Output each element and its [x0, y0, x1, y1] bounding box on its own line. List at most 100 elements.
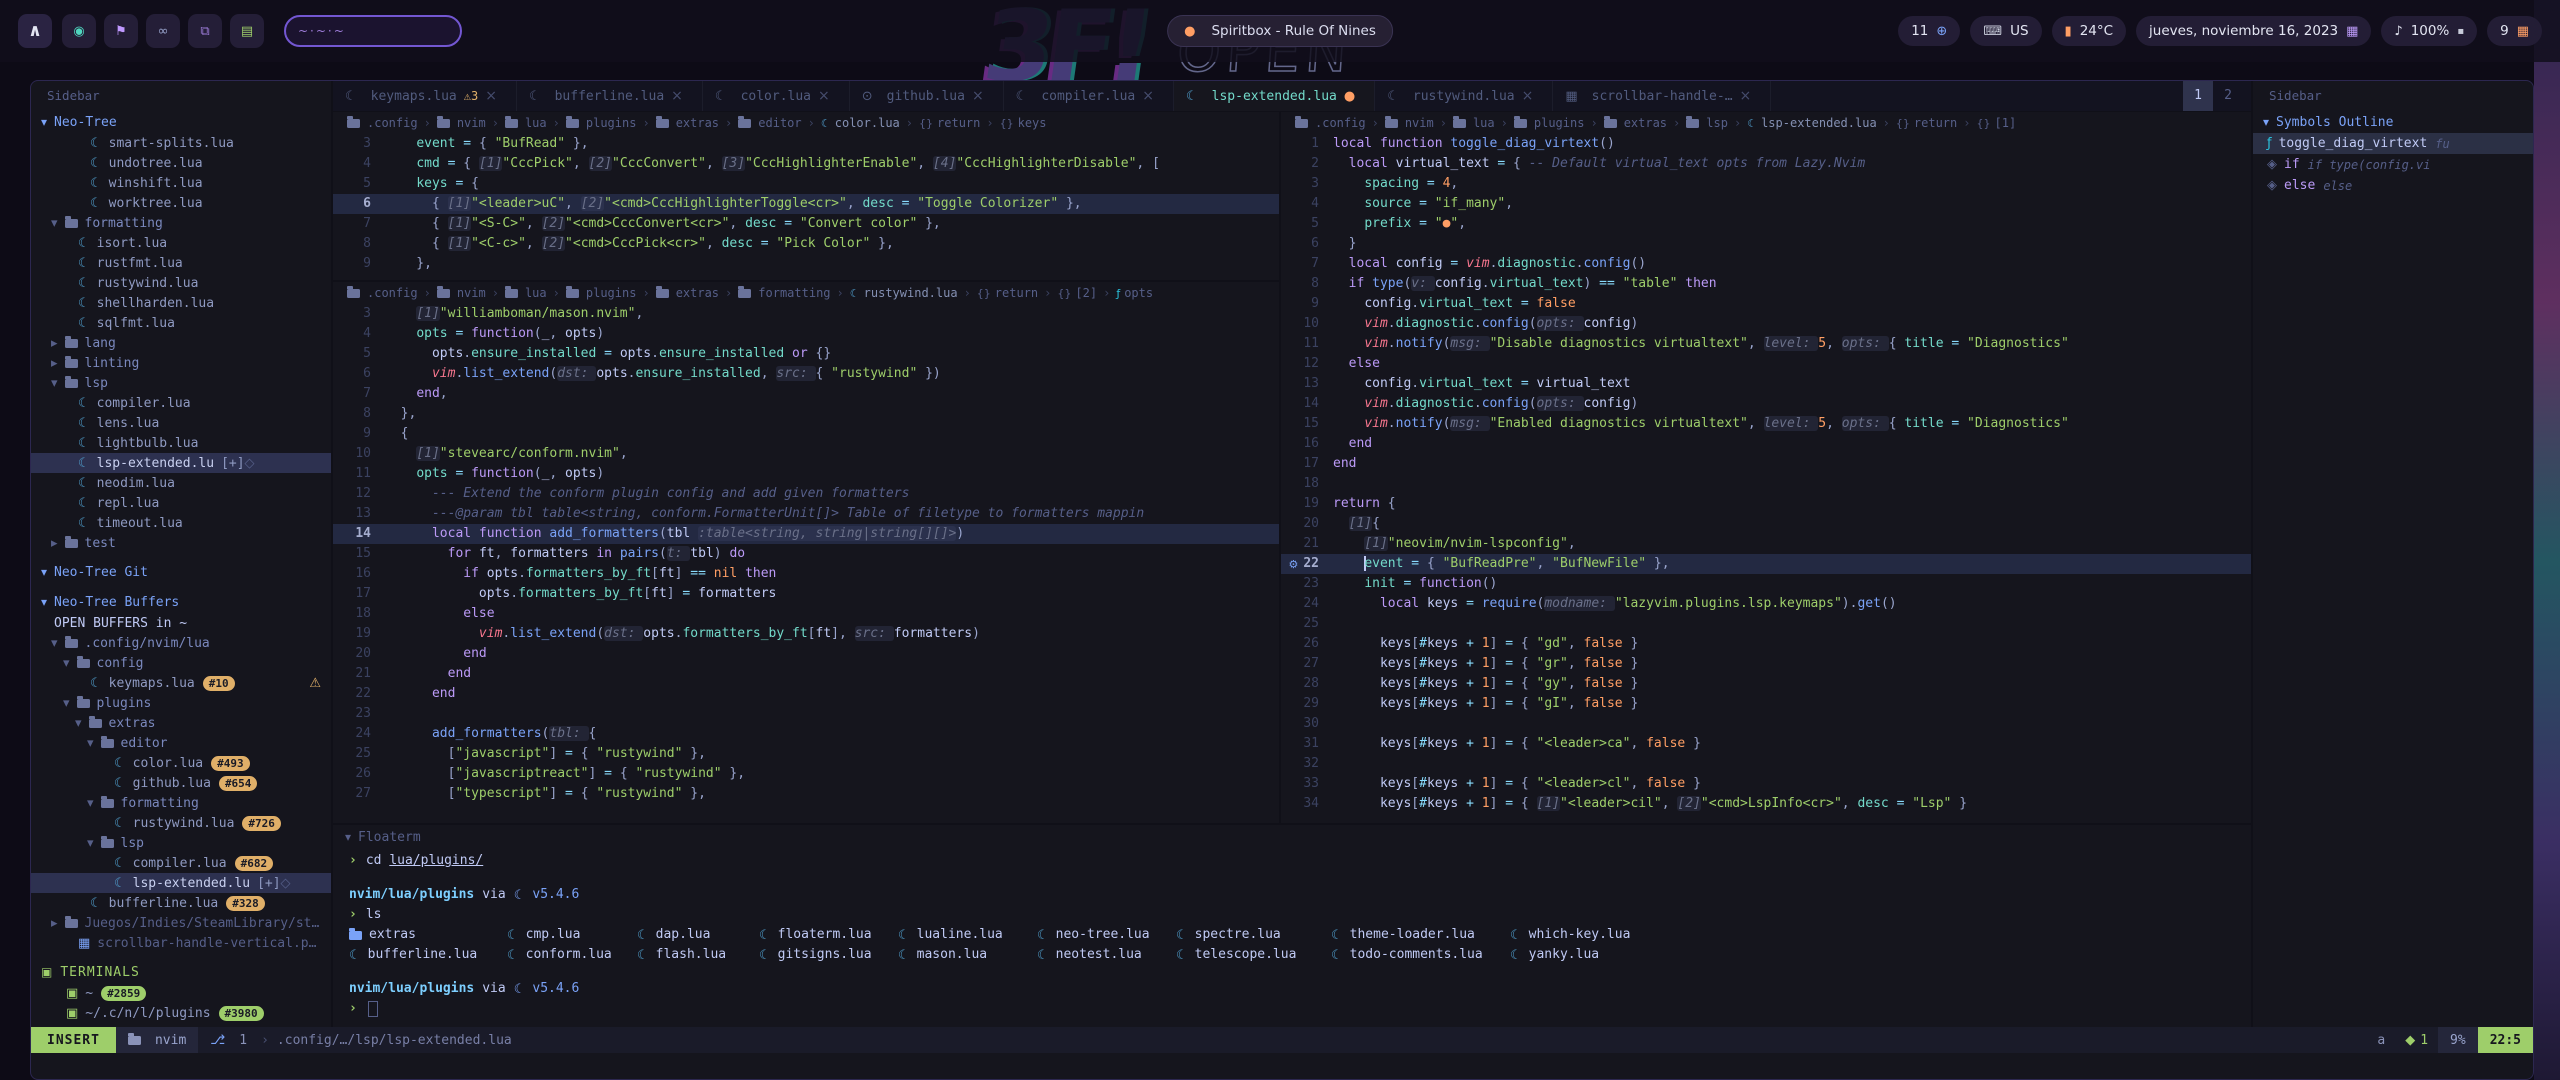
code-area[interactable]: 3 event = { "BufRead" },4 cmd = { [1]"Cc… [333, 134, 1279, 274]
breadcrumb-segment[interactable]: .config [347, 116, 418, 130]
code-line-3[interactable]: 3 [1]"williamboman/mason.nvim", [333, 304, 1279, 324]
tree-item-rustfmt-lua[interactable]: ☾rustfmt.lua [31, 253, 331, 273]
close-icon[interactable]: × [485, 89, 497, 103]
breadcrumb-segment[interactable]: .config [1295, 116, 1366, 130]
breadcrumb-segment[interactable]: extras [656, 116, 719, 130]
breadcrumb-segment[interactable]: formatting [738, 286, 830, 300]
code-area[interactable]: 3 [1]"williamboman/mason.nvim",4 opts = … [333, 304, 1279, 804]
terminals-header[interactable]: ▣TERMINALS [31, 961, 331, 983]
code-line-4[interactable]: 4 opts = function(_, opts) [333, 324, 1279, 344]
neotree-section-header[interactable]: ▾Neo-Tree [31, 111, 331, 133]
breadcrumb-segment[interactable]: ƒopts [1116, 286, 1153, 300]
breadcrumb-segment[interactable]: nvim [437, 286, 486, 300]
code-line-8[interactable]: 8 if type(v: config.virtual_text) == "ta… [1281, 274, 2251, 294]
code-line-9[interactable]: 9 { [333, 424, 1279, 444]
tree-item-c-n-l-plugins[interactable]: ▣~/.c/n/l/plugins#3980 [31, 1003, 331, 1023]
link-button[interactable]: ∞ [146, 14, 180, 48]
code-line-10[interactable]: 10 [1]"stevearc/conform.nvim", [333, 444, 1279, 464]
breadcrumb-segment[interactable]: .config [347, 286, 418, 300]
breadcrumb-segment[interactable]: ☾lsp-extended.lua [1747, 116, 1876, 130]
volume-widget[interactable]: ♪100%▪ [2381, 16, 2477, 46]
breadcrumb-segment[interactable]: {}return [919, 116, 980, 130]
floaterm-terminal[interactable]: ›cd lua/plugins/nvim/lua/pluginsvia☾v5.4… [333, 849, 2251, 1019]
breadcrumb-segment[interactable]: ☾color.lua [821, 116, 900, 130]
code-line-5[interactable]: 5 prefix = "●", [1281, 214, 2251, 234]
tree-item-keymaps-lua[interactable]: ☾keymaps.lua#10⚠ [31, 673, 331, 693]
tree-item-bufferline-lua[interactable]: ☾bufferline.lua#328 [31, 893, 331, 913]
code-line-12[interactable]: 12 else [1281, 354, 2251, 374]
code-line-19[interactable]: 19return { [1281, 494, 2251, 514]
tree-item-compiler-lua[interactable]: ☾compiler.lua#682 [31, 853, 331, 873]
code-line-5[interactable]: 5 keys = { [333, 174, 1279, 194]
code-line-25[interactable]: 25 ["javascript"] = { "rustywind" }, [333, 744, 1279, 764]
code-line-31[interactable]: 31 keys[#keys + 1] = { "<leader>ca", fal… [1281, 734, 2251, 754]
code-line-19[interactable]: 19 vim.list_extend(dst: opts.formatters_… [333, 624, 1279, 644]
tree-item-lsp-extended-lu[interactable]: ☾lsp-extended.lu[+]◇ [31, 453, 331, 473]
code-line-18[interactable]: 18 [1281, 474, 2251, 494]
code-line-9[interactable]: 9 config.virtual_text = false [1281, 294, 2251, 314]
code-line-6[interactable]: 6 { [1]"<leader>uC", [2]"<cmd>CccHighlig… [333, 194, 1279, 214]
code-line-9[interactable]: 9 }, [333, 254, 1279, 274]
tree-item-lsp[interactable]: ▾lsp [31, 373, 331, 393]
code-line-7[interactable]: 7 local config = vim.diagnostic.config() [1281, 254, 2251, 274]
tree-item-lens-lua[interactable]: ☾lens.lua [31, 413, 331, 433]
tree-item-lang[interactable]: ▸lang [31, 333, 331, 353]
tree-item-shellharden-lua[interactable]: ☾shellharden.lua [31, 293, 331, 313]
code-line-8[interactable]: 8 { [1]"<C-c>", [2]"<cmd>CccPick<cr>", d… [333, 234, 1279, 254]
tree-item-undotree-lua[interactable]: ☾undotree.lua [31, 153, 331, 173]
tree-item-sqlfmt-lua[interactable]: ☾sqlfmt.lua [31, 313, 331, 333]
code-line-11[interactable]: 11 vim.notify(msg: "Disable diagnostics … [1281, 334, 2251, 354]
neotree-buffers-header[interactable]: ▾Neo-Tree Buffers [31, 591, 331, 613]
layout-button[interactable]: ⧉ [188, 14, 222, 48]
code-line-22[interactable]: 22 end [333, 684, 1279, 704]
breadcrumb-segment[interactable]: plugins [566, 286, 637, 300]
tree-item-config-nvim-lua[interactable]: ▾.config/nvim/lua [31, 633, 331, 653]
breadcrumb-segment[interactable]: ☾rustywind.lua [850, 286, 958, 300]
code-line-17[interactable]: 17end [1281, 454, 2251, 474]
editor-pane-color-lua[interactable]: .config›nvim›lua›plugins›extras›editor›☾… [333, 112, 1279, 282]
close-icon[interactable]: × [1740, 89, 1752, 103]
breadcrumb-segment[interactable]: lua [505, 116, 547, 130]
tree-item-config[interactable]: ▾config [31, 653, 331, 673]
breadcrumb-segment[interactable]: nvim [437, 116, 486, 130]
tree-item-timeout-lua[interactable]: ☾timeout.lua [31, 513, 331, 533]
code-line-24[interactable]: 24 local keys = require(modname: "lazyvi… [1281, 594, 2251, 614]
code-line-5[interactable]: 5 opts.ensure_installed = opts.ensure_in… [333, 344, 1279, 364]
tree-item-smart-splits-lua[interactable]: ☾smart-splits.lua [31, 133, 331, 153]
breadcrumb-segment[interactable]: {}keys [1000, 116, 1047, 130]
close-icon[interactable]: × [972, 89, 984, 103]
editor-pane-rustywind-lua[interactable]: .config›nvim›lua›plugins›extras›formatti… [333, 282, 1279, 823]
breadcrumb-segment[interactable]: {}[2] [1057, 286, 1097, 300]
tree-item-formatting[interactable]: ▾formatting [31, 213, 331, 233]
tab-rustywind-lua[interactable]: ☾rustywind.lua× [1375, 81, 1553, 111]
code-line-3[interactable]: 3 event = { "BufRead" }, [333, 134, 1279, 154]
tree-item-editor[interactable]: ▾editor [31, 733, 331, 753]
floaterm-title[interactable]: ▾Floaterm [333, 825, 2251, 849]
breadcrumb-segment[interactable]: plugins [566, 116, 637, 130]
code-line-27[interactable]: 27 keys[#keys + 1] = { "gr", false } [1281, 654, 2251, 674]
tree-item-plugins[interactable]: ▾plugins [31, 693, 331, 713]
tree-item-github-lua[interactable]: ☾github.lua#654 [31, 773, 331, 793]
tree-item-linting[interactable]: ▸linting [31, 353, 331, 373]
code-line-20[interactable]: 20 end [333, 644, 1279, 664]
tab-bufferline-lua[interactable]: ☾bufferline.lua× [517, 81, 703, 111]
tabpage-2[interactable]: 2 [2213, 81, 2243, 111]
floaterm-panel[interactable]: ▾Floaterm ›cd lua/plugins/nvim/lua/plugi… [333, 823, 2251, 1027]
tree-item-formatting[interactable]: ▾formatting [31, 793, 331, 813]
code-line-24[interactable]: 24 add_formatters(tbl: { [333, 724, 1279, 744]
tree-item-rustywind-lua[interactable]: ☾rustywind.lua [31, 273, 331, 293]
breadcrumb-segment[interactable]: extras [656, 286, 719, 300]
tree-item-isort-lua[interactable]: ☾isort.lua [31, 233, 331, 253]
tree-item-winshift-lua[interactable]: ☾winshift.lua [31, 173, 331, 193]
close-icon[interactable]: × [818, 89, 830, 103]
breadcrumb-segment[interactable]: lsp [1686, 116, 1728, 130]
code-line-4[interactable]: 4 cmd = { [1]"CccPick", [2]"CccConvert",… [333, 154, 1279, 174]
notes-button[interactable]: ▤ [230, 14, 264, 48]
outline-item-if[interactable]: ◈ifif type(config.vi [2253, 154, 2533, 175]
outline-item-toggle-diag-virtext[interactable]: ƒtoggle_diag_virtextfu [2253, 133, 2533, 154]
breadcrumb-segment[interactable]: lua [505, 286, 547, 300]
code-line-34[interactable]: 34 keys[#keys + 1] = { [1]"<leader>cil",… [1281, 794, 2251, 814]
breadcrumb-segment[interactable]: extras [1604, 116, 1667, 130]
symbols-outline-header[interactable]: ▾Symbols Outline [2253, 111, 2533, 133]
tree-item-lightbulb-lua[interactable]: ☾lightbulb.lua [31, 433, 331, 453]
